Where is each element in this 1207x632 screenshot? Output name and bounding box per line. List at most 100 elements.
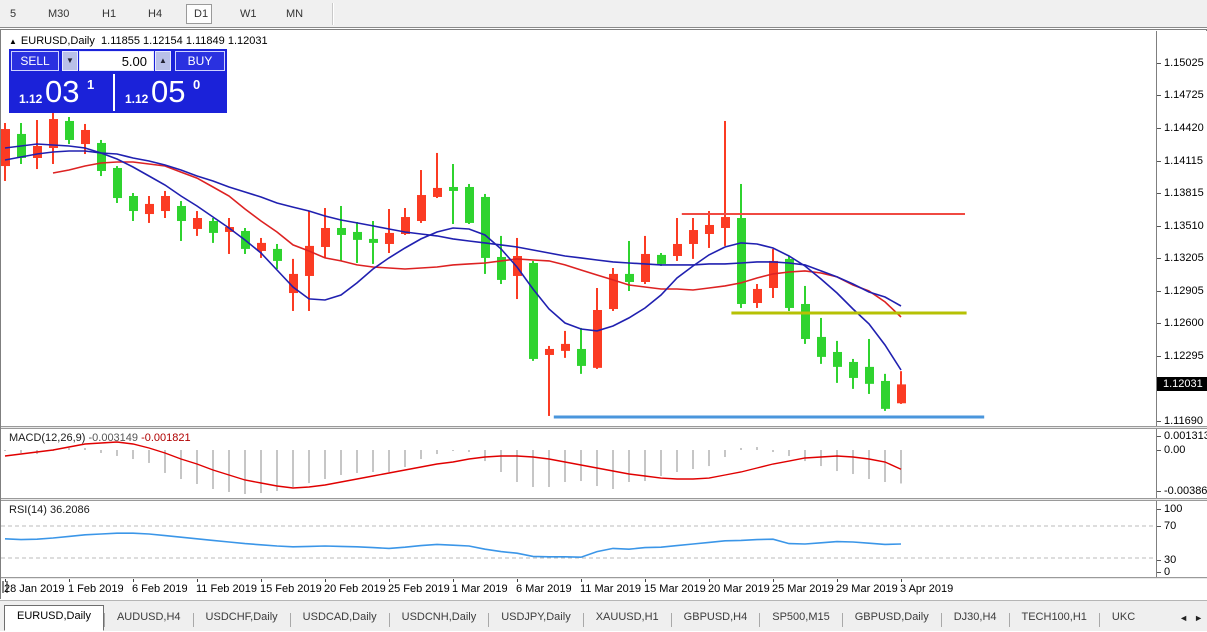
macd-histogram-bar (468, 450, 470, 453)
tab-scroll-arrows: ◄ ► (1173, 613, 1203, 623)
tab-scroll-left-icon[interactable]: ◄ (1179, 613, 1188, 623)
price-tick-label: 1.13815 (1164, 186, 1204, 199)
date-tick-label: 6 Mar 2019 (516, 583, 572, 595)
tab-gbpusd-h4[interactable]: GBPUSD,H4 (672, 607, 760, 631)
candle (209, 218, 218, 243)
candle (865, 338, 874, 394)
macd-histogram-bar (612, 450, 614, 490)
macd-histogram-bar (20, 450, 22, 453)
volume-input[interactable] (79, 51, 154, 71)
tab-eurusd-daily[interactable]: EURUSD,Daily (4, 605, 104, 631)
price-tick (1157, 290, 1161, 292)
symbol-marker-icon[interactable]: ▲ (9, 37, 17, 46)
date-tick (773, 579, 774, 582)
macd-histogram-bar (260, 450, 262, 494)
candle (833, 340, 842, 383)
main-chart[interactable]: ▲ EURUSD,Daily 1.11855 1.12154 1.11849 1.… (1, 31, 1156, 426)
volume-increase-button[interactable]: ▲ (155, 51, 171, 71)
candle (737, 183, 746, 308)
sell-price-quote[interactable]: 1.12 03 1 (11, 74, 115, 111)
macd-histogram-bar (420, 450, 422, 460)
rsi-panel[interactable]: RSI(14) 36.2086 (1, 501, 1156, 577)
tab-audusd-h4[interactable]: AUDUSD,H4 (105, 607, 193, 631)
date-tick-label: 1 Feb 2019 (68, 583, 124, 595)
tab-tech100-h1[interactable]: TECH100,H1 (1010, 607, 1099, 631)
macd-label: MACD(12,26,9) -0.003149 -0.001821 (9, 432, 191, 444)
buy-price-quote[interactable]: 1.12 05 0 (117, 74, 225, 111)
price-tick (1157, 192, 1161, 194)
date-tick (69, 579, 70, 582)
price-tick (1157, 127, 1161, 129)
date-tick-label: 11 Mar 2019 (580, 583, 641, 595)
buy-price-small: 1.12 (125, 92, 149, 106)
macd-histogram-bar (628, 450, 630, 482)
timeframe-mn[interactable]: MN (278, 4, 308, 24)
volume-decrease-button[interactable]: ▼ (62, 51, 78, 71)
macd-histogram-bar (788, 450, 790, 456)
tab-usdcad-daily[interactable]: USDCAD,Daily (291, 607, 389, 631)
macd-histogram-bar (244, 450, 246, 494)
rsi-tick-label: 70 (1164, 520, 1177, 532)
rsi-tick (1157, 560, 1161, 561)
candle (1, 123, 10, 181)
chart-tabs: EURUSD,Daily AUDUSD,H4 USDCHF,Daily USDCAD,… (0, 605, 1178, 631)
macd-histogram-bar (132, 450, 134, 460)
price-tick-label: 1.13205 (1164, 252, 1204, 265)
buy-button[interactable]: BUY (175, 51, 225, 71)
macd-panel[interactable]: MACD(12,26,9) -0.003149 -0.001821 (1, 429, 1156, 498)
tab-usdchf-daily[interactable]: USDCHF,Daily (194, 607, 290, 631)
price-tick-label: 1.12295 (1164, 350, 1204, 363)
candle (673, 218, 682, 261)
timeframe-5[interactable]: 5 (2, 4, 20, 24)
macd-tick-label: -0.00386 (1164, 485, 1207, 498)
date-tick-label: 15 Feb 2019 (260, 583, 322, 595)
macd-histogram-bar (564, 450, 566, 482)
macd-axis: 0.001313 0.00 -0.00386 (1156, 429, 1207, 498)
macd-histogram-bar (452, 450, 454, 451)
date-tick (709, 579, 710, 582)
timeframe-m30[interactable]: M30 (40, 4, 74, 24)
candle (705, 211, 714, 248)
price-tick-label: 1.14115 (1164, 154, 1203, 167)
date-tick-label: 29 Mar 2019 (836, 583, 898, 595)
macd-histogram-bar (676, 450, 678, 472)
candle (593, 287, 602, 369)
macd-histogram-bar (436, 450, 438, 455)
macd-histogram-bar (276, 450, 278, 492)
rsi-tick-label: 100 (1164, 503, 1183, 515)
price-axis: 1.15025 1.14725 1.14420 1.14115 1.13815 1.135… (1156, 31, 1207, 427)
candle (529, 260, 538, 361)
timeframe-h1[interactable]: H1 (94, 4, 120, 24)
tab-scroll-right-icon[interactable]: ► (1194, 613, 1203, 623)
tab-usdjpy-daily[interactable]: USDJPY,Daily (489, 607, 583, 631)
date-tick (197, 579, 198, 582)
tab-usdcnh-daily[interactable]: USDCNH,Daily (390, 607, 489, 631)
macd-main-value: -0.003149 (88, 432, 139, 444)
macd-histogram-bar (836, 450, 838, 472)
price-tick (1157, 420, 1161, 422)
macd-histogram-bar (516, 450, 518, 482)
candle (225, 218, 234, 254)
macd-histogram-bar (740, 447, 742, 450)
candle (641, 235, 650, 285)
date-tick-label: 15 Mar 2019 (644, 583, 706, 595)
macd-histogram-bar (756, 447, 758, 450)
tab-gbpusd-daily[interactable]: GBPUSD,Daily (843, 607, 941, 631)
macd-histogram-bar (548, 450, 550, 487)
timeframe-h4[interactable]: H4 (140, 4, 166, 24)
timeframe-w1[interactable]: W1 (232, 4, 258, 24)
timeframe-d1[interactable]: D1 (186, 4, 212, 24)
trading-platform: 5 M30 H1 H4 D1 W1 MN ▲ EURUSD,Daily 1.11855 1.1… (0, 0, 1207, 632)
tab-xauusd-h1[interactable]: XAUUSD,H1 (584, 607, 671, 631)
date-tick (5, 579, 6, 582)
tab-ukc[interactable]: UKC (1100, 607, 1147, 631)
macd-histogram-bar (324, 450, 326, 480)
candle (177, 201, 186, 241)
sell-button[interactable]: SELL (11, 51, 59, 71)
price-tick-label: 1.14420 (1164, 121, 1204, 134)
one-click-trade-panel: SELL ▼ ▲ BUY 1.12 03 1 1.12 05 0 (9, 49, 227, 113)
candle (609, 268, 618, 311)
tab-sp500-m15[interactable]: SP500,M15 (760, 607, 841, 631)
date-tick (645, 579, 646, 582)
tab-dj30-h4[interactable]: DJ30,H4 (942, 607, 1009, 631)
